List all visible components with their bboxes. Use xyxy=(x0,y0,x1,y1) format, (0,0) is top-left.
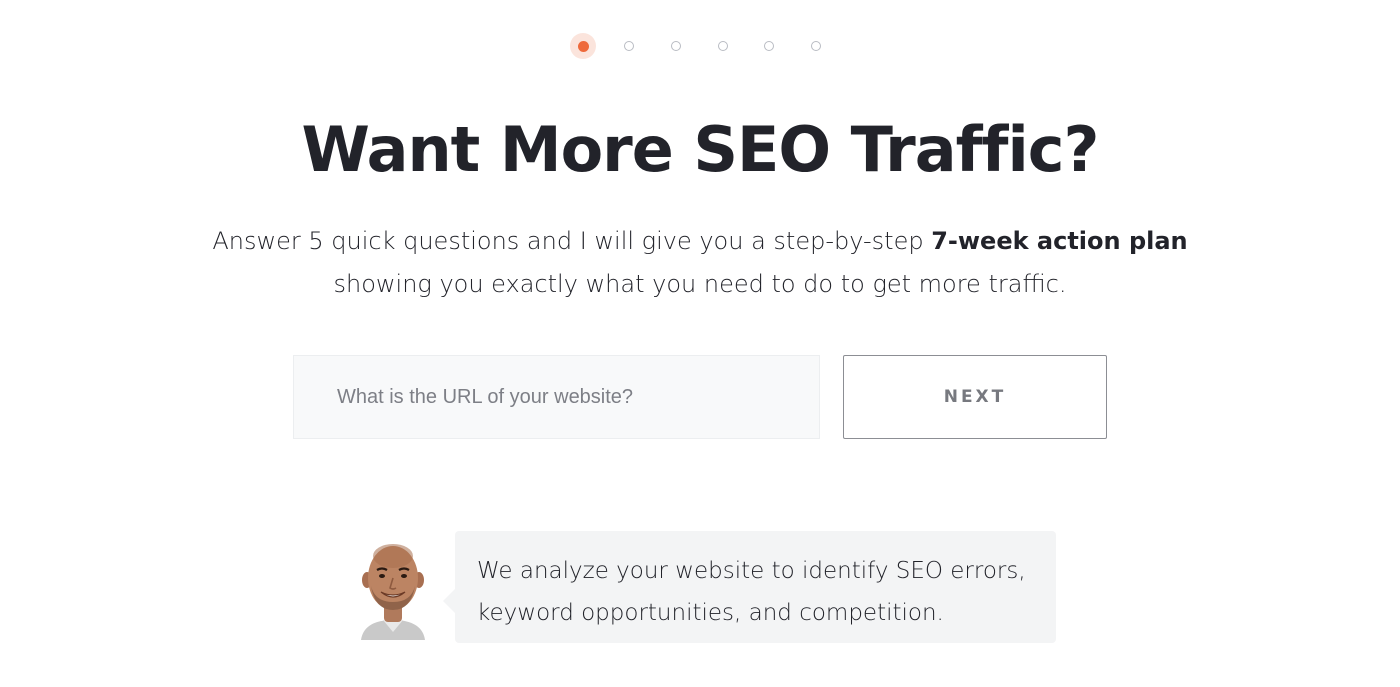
progress-dot-1[interactable] xyxy=(570,33,596,59)
subtitle-text-end: showing you exactly what you need to do … xyxy=(333,270,1067,298)
info-message-bubble: We analyze your website to identify SEO … xyxy=(443,531,1056,643)
next-button[interactable]: NEXT xyxy=(843,355,1107,439)
progress-dot-3-marker xyxy=(671,41,681,51)
progress-dot-6[interactable] xyxy=(803,33,829,59)
progress-dot-5-marker xyxy=(764,41,774,51)
subtitle-highlight: 7-week action plan xyxy=(931,227,1188,255)
progress-dot-4[interactable] xyxy=(710,33,736,59)
person-avatar-icon xyxy=(355,540,431,640)
page-subtitle: Answer 5 quick questions and I will give… xyxy=(0,220,1400,306)
info-line-2: keyword opportunities, and competition. xyxy=(477,600,944,626)
progress-dot-6-marker xyxy=(811,41,821,51)
progress-dot-5[interactable] xyxy=(756,33,782,59)
website-url-input[interactable] xyxy=(293,355,820,439)
page: Want More SEO Traffic? Answer 5 quick qu… xyxy=(0,0,1400,687)
progress-dot-3[interactable] xyxy=(663,33,689,59)
subtitle-text-start: Answer 5 quick questions and I will give… xyxy=(212,227,932,255)
page-title: Want More SEO Traffic? xyxy=(301,113,1100,186)
progress-dot-2[interactable] xyxy=(616,33,642,59)
progress-dot-1-marker xyxy=(577,40,589,52)
progress-dot-2-marker xyxy=(624,41,634,51)
progress-dot-4-marker xyxy=(718,41,728,51)
info-line-1: We analyze your website to identify SEO … xyxy=(477,558,1026,584)
